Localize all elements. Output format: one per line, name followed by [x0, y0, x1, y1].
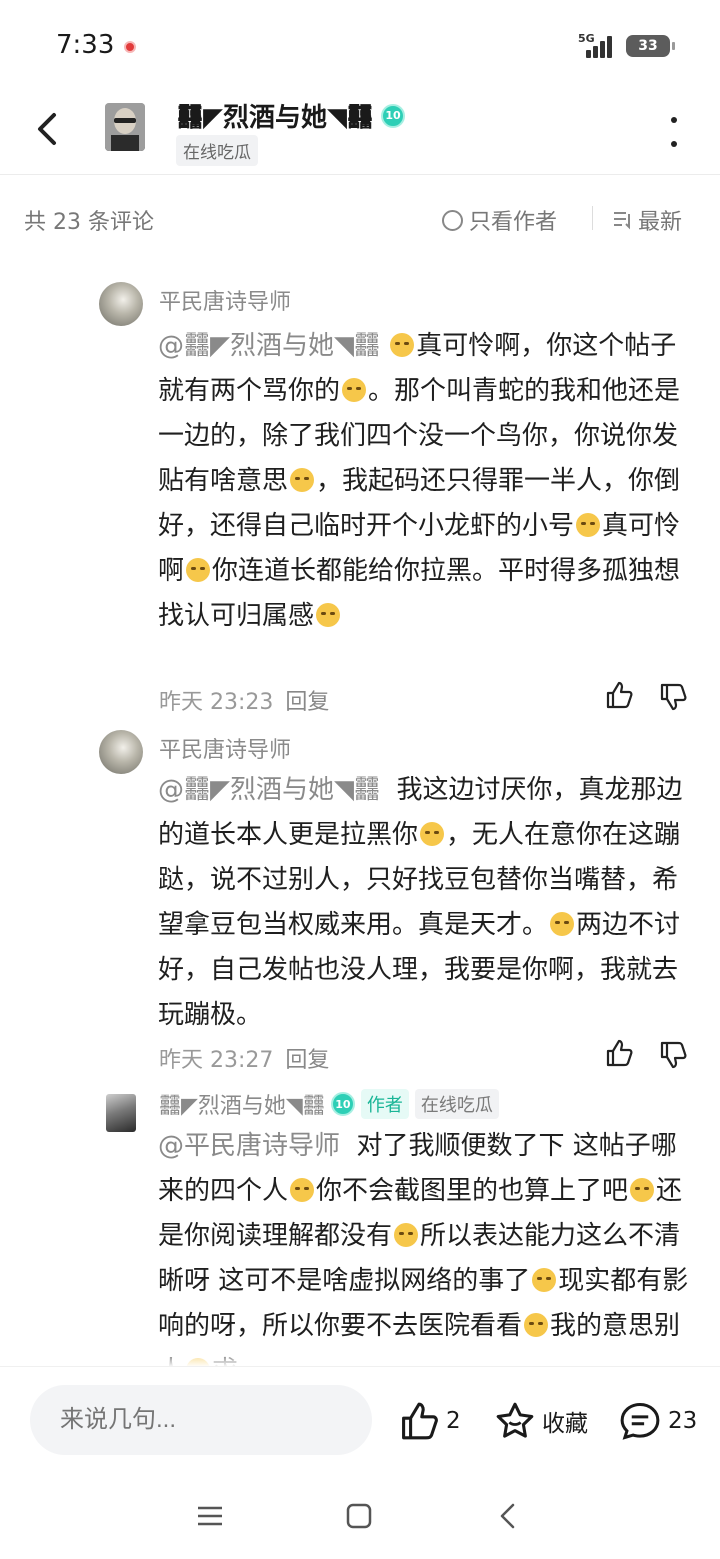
- mention-link[interactable]: @䨻◤烈酒与她◥䨻: [158, 775, 380, 805]
- comment-item: 平民唐诗导师 @䨻◤烈酒与她◥䨻 真可怜啊，你这个帖子就有两个骂你的 。那个叫青蛇…: [0, 282, 720, 722]
- sort-toggle[interactable]: 最新: [612, 204, 682, 236]
- commenter-name-row: 䨻◤烈酒与她◥䨻 10 作者 在线吃瓜: [159, 1088, 499, 1120]
- emoji-icon: [630, 1178, 655, 1202]
- like-count: 2: [446, 1408, 461, 1434]
- collect-button[interactable]: 收藏: [494, 1389, 588, 1453]
- comments-toolbar: 共 23 条评论 只看作者 最新: [0, 176, 720, 260]
- emoji-icon: [290, 1178, 315, 1202]
- sort-list-icon: [614, 212, 630, 230]
- home-icon[interactable]: [343, 1500, 375, 1532]
- mention-link[interactable]: @平民唐诗导师: [158, 1131, 340, 1161]
- battery-icon: 33: [626, 35, 675, 57]
- comment-meta: 昨天 23:23 回复: [159, 684, 329, 716]
- thumb-up-icon[interactable]: [604, 1038, 634, 1068]
- comment-item: 平民唐诗导师 @䨻◤烈酒与她◥䨻 我这边讨厌你，真龙那边的道长本人更是拉黑你 ，无…: [0, 730, 720, 1080]
- comment-count: 23: [668, 1408, 698, 1434]
- only-author-label: 只看作者: [469, 210, 558, 235]
- sort-label: 最新: [638, 210, 683, 235]
- level-badge: 10: [330, 1092, 355, 1116]
- collect-label: 收藏: [542, 1411, 588, 1437]
- comment-text: @䨻◤烈酒与她◥䨻 我这边讨厌你，真龙那边的道长本人更是拉黑你 ，无人在意你在这蹦…: [158, 768, 694, 1038]
- author-tag: 作者: [360, 1089, 409, 1119]
- emoji-icon: [390, 333, 415, 357]
- signal-icon: 5G: [578, 32, 618, 60]
- commenter-avatar[interactable]: [99, 282, 143, 326]
- network-type: 5G: [578, 32, 595, 45]
- status-time: 7:33: [56, 30, 115, 60]
- comment-meta: 昨天 23:27 回复: [159, 1042, 329, 1074]
- comment-item: 䨻◤烈酒与她◥䨻 10 作者 在线吃瓜 @平民唐诗导师 对了我顺便数了下 这帖子…: [0, 1088, 720, 1368]
- commenter-name[interactable]: 平民唐诗导师: [159, 284, 291, 316]
- comment-time: 昨天 23:27: [159, 1048, 274, 1073]
- emoji-icon: [550, 912, 575, 936]
- commenter-avatar[interactable]: [106, 1094, 136, 1132]
- emoji-icon: [532, 1268, 557, 1292]
- like-button[interactable]: 2: [398, 1389, 461, 1453]
- reply-button[interactable]: 回复: [285, 1042, 329, 1074]
- status-indicators: 5G 33: [578, 32, 675, 60]
- comment-time: 昨天 23:23: [159, 690, 274, 715]
- thumb-up-icon[interactable]: [604, 680, 634, 710]
- author-name-text: 䨻◤烈酒与她◥䨻: [177, 103, 373, 133]
- emoji-icon: [420, 822, 445, 846]
- thumb-down-icon[interactable]: [658, 682, 688, 712]
- star-icon: [496, 1402, 534, 1438]
- more-vertical-icon[interactable]: [668, 117, 680, 147]
- text-segment: 你不会截图里的也算上了吧: [316, 1176, 629, 1206]
- system-nav-bar: [0, 1474, 720, 1559]
- emoji-icon: [576, 513, 601, 537]
- comment-text: @䨻◤烈酒与她◥䨻 真可怜啊，你这个帖子就有两个骂你的 。那个叫青蛇的我和他还是一…: [158, 324, 694, 639]
- comment-input[interactable]: [30, 1385, 372, 1455]
- emoji-icon: [524, 1313, 549, 1337]
- emoji-icon: [316, 603, 341, 627]
- author-name[interactable]: 䨻◤烈酒与她◥䨻 10: [177, 97, 405, 134]
- divider: [592, 206, 593, 230]
- commenter-name[interactable]: 䨻◤烈酒与她◥䨻: [159, 1088, 325, 1120]
- status-tag: 在线吃瓜: [414, 1089, 499, 1119]
- commenter-avatar[interactable]: [99, 730, 143, 774]
- author-avatar[interactable]: [105, 103, 145, 151]
- mention-link[interactable]: @䨻◤烈酒与她◥䨻: [158, 331, 380, 361]
- emoji-icon: [186, 558, 211, 582]
- author-status-tag: 在线吃瓜: [176, 135, 258, 166]
- notification-dot-icon: [124, 41, 136, 53]
- comments-count: 共 23 条评论: [24, 210, 154, 235]
- back-arrow-icon[interactable]: [30, 109, 70, 149]
- comment-text: @平民唐诗导师 对了我顺便数了下 这帖子哪来的四个人 你不会截图里的也算上了吧 还是…: [158, 1124, 694, 1368]
- thumb-down-icon[interactable]: [658, 1040, 688, 1070]
- comment-button[interactable]: 23: [618, 1389, 697, 1453]
- menu-icon[interactable]: [194, 1500, 226, 1532]
- text-segment: 你连道长都能给你拉黑。平时得多孤独想找认可归属感: [158, 556, 681, 631]
- level-badge: 10: [381, 103, 405, 128]
- thumb-up-icon: [402, 1402, 438, 1440]
- back-nav-icon[interactable]: [493, 1500, 525, 1532]
- comment-bubble-icon: [620, 1402, 660, 1440]
- post-header: 䨻◤烈酒与她◥䨻 10 在线吃瓜: [0, 95, 720, 175]
- status-bar: 7:33 5G 33: [0, 0, 720, 95]
- bottom-action-bar: 2 收藏 23: [0, 1366, 720, 1474]
- radio-circle-icon: [442, 209, 463, 231]
- emoji-icon: [342, 378, 367, 402]
- commenter-name[interactable]: 平民唐诗导师: [159, 732, 291, 764]
- only-author-toggle[interactable]: 只看作者: [442, 204, 557, 236]
- reply-button[interactable]: 回复: [285, 684, 329, 716]
- emoji-icon: [394, 1223, 419, 1247]
- scroll-fade: [0, 1345, 720, 1367]
- emoji-icon: [290, 468, 315, 492]
